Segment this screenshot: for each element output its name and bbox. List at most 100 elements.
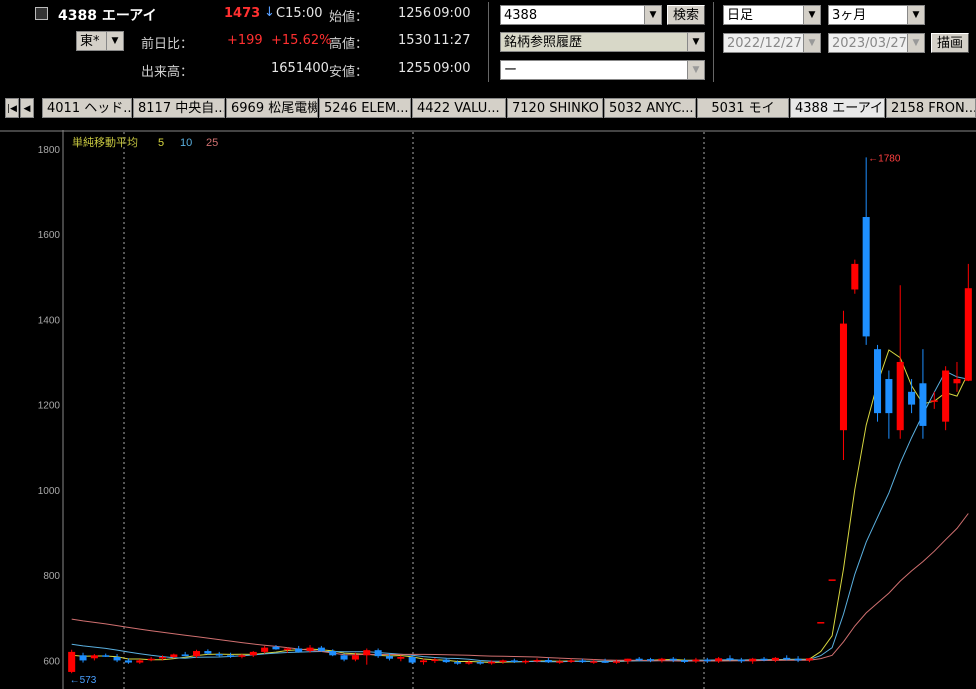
high-value: 1530: [398, 33, 432, 48]
candle-body: [578, 660, 586, 663]
candle-body: [522, 660, 530, 663]
candle-body: [306, 647, 314, 652]
candle-body: [329, 651, 337, 656]
candle-body: [737, 659, 745, 662]
chevron-down-icon: ▼: [687, 61, 704, 79]
period-span-select[interactable]: 3ヶ月 ▼: [828, 5, 925, 25]
stock-tab[interactable]: 5246 ELEM...: [319, 98, 411, 118]
candle-body: [465, 662, 473, 664]
candle-body: [295, 648, 303, 652]
candle-body: [726, 658, 734, 660]
y-tick-label: 800: [43, 571, 60, 582]
candle-body: [442, 659, 450, 663]
candle-body: [930, 400, 938, 402]
y-tick-label: 1000: [38, 486, 61, 497]
candle-body: [749, 658, 757, 662]
candle-body: [499, 660, 507, 662]
candle-body: [590, 661, 598, 663]
period-type-value: 日足: [727, 8, 754, 23]
close-time: C15:00: [276, 6, 323, 21]
candle-body: [771, 657, 779, 661]
to-date-select[interactable]: 2023/03/27 ▼: [828, 33, 925, 53]
chevron-down-icon: ▼: [907, 6, 924, 24]
candle-body: [249, 651, 257, 656]
stock-tab[interactable]: 5032 ANYC...: [604, 98, 696, 118]
candle-body: [885, 379, 893, 414]
first-tab-button[interactable]: |◀: [5, 98, 19, 118]
open-value: 1256: [398, 6, 432, 21]
candle-body: [953, 379, 961, 384]
stock-tab[interactable]: 5031 モイ: [697, 98, 789, 118]
third-select[interactable]: ー ▼: [500, 60, 705, 80]
stock-tab[interactable]: 4422 VALU...: [412, 98, 506, 118]
candle-body: [193, 651, 201, 657]
y-tick-label: 1600: [38, 230, 61, 241]
from-date-select[interactable]: 2022/12/27 ▼: [723, 33, 821, 53]
alert-icon[interactable]: [35, 7, 48, 20]
draw-button[interactable]: 描画: [931, 33, 969, 53]
candle-body: [170, 654, 178, 658]
chevron-down-icon: ▼: [803, 6, 820, 24]
market-select[interactable]: 東* ▼: [76, 31, 124, 51]
candle-body: [510, 660, 518, 662]
chevron-down-icon: ▼: [106, 32, 123, 50]
candle-body: [136, 660, 144, 663]
candle-body: [874, 349, 882, 414]
volume-label: 出来高：: [141, 65, 194, 80]
candle-body: [79, 655, 87, 661]
candle-body: [817, 622, 825, 624]
candle-body: [862, 217, 870, 337]
candle-body: [851, 263, 859, 290]
stock-tab[interactable]: 8117 中央自...: [133, 98, 225, 118]
to-date-value: 2023/03/27: [832, 36, 907, 51]
stock-tab[interactable]: 6969 松尾電機: [226, 98, 318, 118]
stock-tab[interactable]: 4011 ヘッド...: [42, 98, 132, 118]
candle-body: [147, 658, 155, 661]
candle-body: [964, 288, 972, 381]
candle-body: [896, 361, 904, 431]
candle-body: [283, 648, 291, 650]
stock-tab[interactable]: 2158 FRON...: [886, 98, 976, 118]
candle-body: [90, 655, 98, 659]
stock-tab-active[interactable]: 4388 エーアイ: [790, 98, 885, 118]
candle-body: [669, 658, 677, 661]
candle-body: [828, 579, 836, 581]
search-button[interactable]: 検索: [667, 5, 705, 25]
high-time: 11:27: [433, 33, 471, 48]
candle-body: [681, 660, 689, 662]
period-type-select[interactable]: 日足 ▼: [723, 5, 821, 25]
candle-body: [454, 662, 462, 664]
low-annotation: ←573: [70, 675, 97, 686]
candle-body: [612, 661, 620, 663]
change-value: +199: [227, 33, 263, 48]
stock-tab[interactable]: 7120 SHINKO: [507, 98, 603, 118]
candle-body: [363, 650, 371, 656]
period-span-value: 3ヶ月: [832, 8, 867, 23]
candle-body: [385, 656, 393, 659]
candle-body: [124, 660, 132, 663]
candle-body: [942, 370, 950, 422]
candle-body: [397, 657, 405, 659]
candle-body: [408, 657, 416, 663]
candle-body: [805, 658, 813, 661]
prev-tab-button[interactable]: ◀: [20, 98, 34, 118]
candle-body: [272, 646, 280, 650]
candle-body: [533, 659, 541, 662]
history-value: 銘柄参照履歴: [504, 35, 583, 50]
candle-body: [635, 658, 643, 661]
history-select[interactable]: 銘柄参照履歴 ▼: [500, 32, 705, 52]
high-label: 高値：: [329, 37, 369, 52]
code-input[interactable]: 4388 ▼: [500, 5, 662, 25]
from-date-value: 2022/12/27: [727, 36, 802, 51]
third-value: ー: [504, 63, 518, 78]
price-chart: 600 800 1000 1200 1400 1600 1800 ←1780 ←573 単純移…: [0, 130, 976, 689]
y-tick-label: 1800: [38, 145, 61, 156]
candle-body: [261, 647, 269, 652]
high-annotation: ←1780: [868, 153, 901, 164]
candle-body: [715, 658, 723, 662]
ma-legend-5: 5: [158, 137, 164, 149]
y-tick-label: 600: [43, 656, 60, 667]
candle-body: [476, 662, 484, 664]
prev-day-label: 前日比：: [141, 37, 194, 52]
candle-body: [68, 651, 76, 672]
